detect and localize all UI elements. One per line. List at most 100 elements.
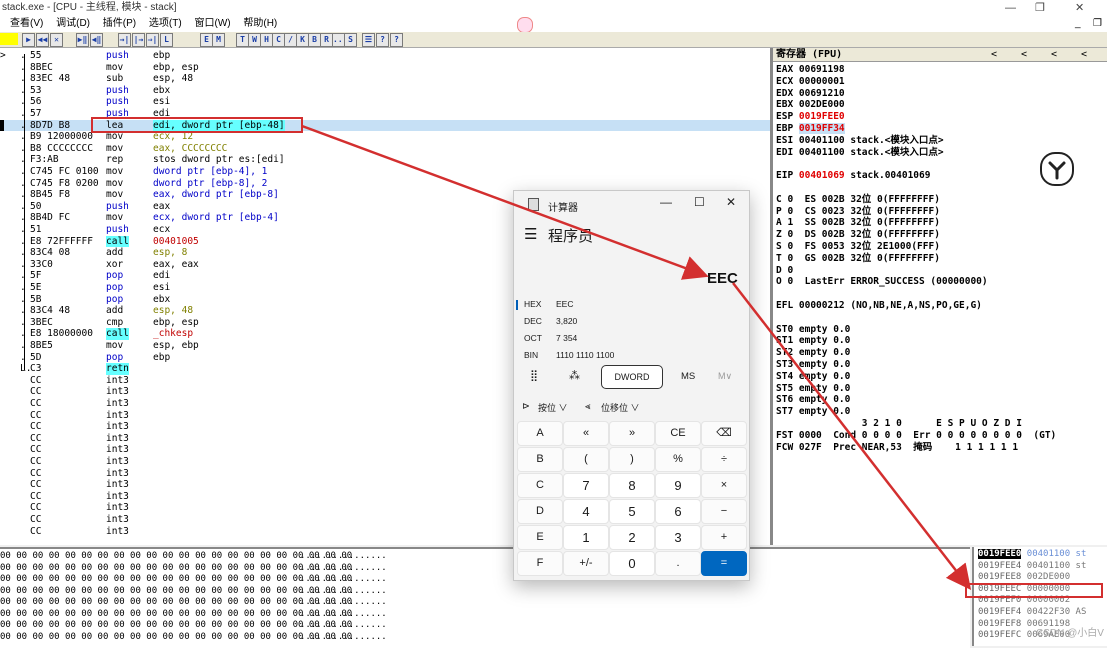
toolbar-button[interactable]: →| xyxy=(118,33,131,47)
register-line[interactable]: FCW 027F Prec NEAR,53 掩码 1 1 1 1 1 1 xyxy=(776,442,1018,454)
calc-maximize-button[interactable]: ☐ xyxy=(694,195,705,209)
register-nav-arrow[interactable]: < xyxy=(1051,48,1057,61)
dump-row[interactable]: 00 00 00 00 00 00 00 00 00 00 00 00 00 0… xyxy=(0,586,387,598)
calc-key[interactable]: B xyxy=(517,447,563,472)
toolbar-button[interactable]: ? xyxy=(390,33,403,47)
stack-row[interactable]: 0019FEF0 00000002 xyxy=(978,595,1070,607)
calc-key[interactable]: − xyxy=(701,499,747,524)
menu-options[interactable]: 选项(T) xyxy=(149,18,182,29)
disasm-row[interactable]: . C745 FC 0100 mov dword ptr [ebp-4], 1 xyxy=(0,166,770,178)
calc-key[interactable]: = xyxy=(701,551,747,576)
calc-key[interactable]: » xyxy=(609,421,655,446)
register-line[interactable]: T 0 GS 002B 32位 0(FFFFFFFF) xyxy=(776,253,940,265)
dump-row[interactable]: 00 00 00 00 00 00 00 00 00 00 00 00 00 0… xyxy=(0,597,387,609)
disasm-row[interactable]: . 53 push ebx xyxy=(0,85,770,97)
disasm-row[interactable]: . 83EC 48 sub esp, 48 xyxy=(0,73,770,85)
calc-key[interactable]: C xyxy=(517,473,563,498)
calc-key[interactable]: 4 xyxy=(563,499,609,524)
menu-help[interactable]: 帮助(H) xyxy=(243,18,277,29)
calc-key[interactable]: 3 xyxy=(655,525,701,550)
dump-row[interactable]: 00 00 00 00 00 00 00 00 00 00 00 00 00 0… xyxy=(0,563,387,575)
memory-dump-pane[interactable]: 00 00 00 00 00 00 00 00 00 00 00 00 00 0… xyxy=(0,547,970,648)
inner-restore-button[interactable]: ❐ xyxy=(1093,16,1102,32)
register-line[interactable]: ST4 empty 0.0 xyxy=(776,371,850,383)
register-line[interactable]: EAX 00691198 xyxy=(776,64,845,76)
notification-icon[interactable] xyxy=(517,17,533,33)
toolbar-button[interactable]: ◀◀ xyxy=(36,33,49,47)
menu-plugins[interactable]: 插件(P) xyxy=(103,18,136,29)
register-line[interactable]: ECX 00000001 xyxy=(776,76,845,88)
calc-key[interactable]: ( xyxy=(563,447,609,472)
dump-row[interactable]: 00 00 00 00 00 00 00 00 00 00 00 00 00 0… xyxy=(0,632,387,644)
calc-key[interactable]: 5 xyxy=(609,499,655,524)
minimize-button[interactable]: — xyxy=(1005,0,1016,16)
register-line[interactable]: ESI 00401100 stack.<模块入口点> xyxy=(776,135,944,147)
calc-minimize-button[interactable]: — xyxy=(660,195,672,209)
calc-key[interactable]: CE xyxy=(655,421,701,446)
stack-row[interactable]: 0019FEE4 00401100 st xyxy=(978,560,1086,573)
register-line[interactable]: ST7 empty 0.0 xyxy=(776,406,850,418)
menu-debug[interactable]: 调试(D) xyxy=(56,18,90,29)
menu-window[interactable]: 窗口(W) xyxy=(194,18,230,29)
radix-row-bin[interactable]: BIN 1110 1110 1100 xyxy=(514,347,749,364)
maximize-button[interactable]: ❐ xyxy=(1035,0,1045,16)
bitwise-dropdown[interactable]: 按位 ∨ xyxy=(538,401,568,414)
calc-key[interactable]: +/- xyxy=(563,551,609,576)
disasm-row[interactable]: . 57 push edi xyxy=(0,108,770,120)
register-line[interactable]: EDX 00691210 xyxy=(776,88,845,100)
calc-key[interactable]: 8 xyxy=(609,473,655,498)
register-line[interactable]: ST2 empty 0.0 xyxy=(776,347,850,359)
shift-dropdown[interactable]: 位移位 ∨ xyxy=(601,401,640,414)
calc-key[interactable]: D xyxy=(517,499,563,524)
radix-row-hex[interactable]: HEX EEC xyxy=(514,296,749,313)
register-line[interactable]: FST 0000 Cond 0 0 0 0 Err 0 0 0 0 0 0 0 … xyxy=(776,430,1056,442)
toolbar-button[interactable]: ▶‖ xyxy=(76,33,89,47)
calc-key[interactable]: ⌫ xyxy=(701,421,747,446)
register-line[interactable]: C 0 ES 002B 32位 0(FFFFFFFF) xyxy=(776,194,940,206)
toolbar-button[interactable]: M xyxy=(212,33,225,47)
calc-key[interactable]: « xyxy=(563,421,609,446)
calc-key[interactable]: % xyxy=(655,447,701,472)
disasm-row[interactable]: . B9 12000000 mov ecx, 12 xyxy=(0,131,770,143)
radix-row-dec[interactable]: DEC 3,820 xyxy=(514,313,749,330)
stack-row[interactable]: 0019FEE8 002DE000 xyxy=(978,572,1070,584)
keypad-grid-icon[interactable]: ⣿ xyxy=(530,369,538,382)
word-size-button[interactable]: DWORD xyxy=(601,365,663,389)
disasm-row[interactable]: . 8D7D B8 lea edi, dword ptr [ebp-48] xyxy=(0,119,770,132)
register-line[interactable]: ESP 0019FEE0 xyxy=(776,111,845,123)
disasm-row[interactable]: . 8BEC mov ebp, esp xyxy=(0,62,770,74)
register-nav-arrow[interactable]: < xyxy=(991,48,997,61)
stack-row[interactable]: 0019FEF4 00422F30 AS xyxy=(978,607,1086,619)
calc-key[interactable]: 7 xyxy=(563,473,609,498)
calc-close-button[interactable]: ✕ xyxy=(726,195,736,209)
hamburger-menu-icon[interactable]: ☰ xyxy=(524,225,537,243)
register-line[interactable]: EIP 00401069 stack.00401069 xyxy=(776,170,930,182)
toolbar-button[interactable]: ☰ xyxy=(362,33,375,47)
register-line[interactable]: EBX 002DE000 xyxy=(776,99,845,111)
memory-view-button[interactable]: M∨ xyxy=(718,371,732,382)
disasm-row[interactable]: . 56 push esi xyxy=(0,96,770,108)
stack-row[interactable]: 0019FEE0 00401100 st xyxy=(978,549,1086,561)
disasm-row[interactable]: . B8 CCCCCCCC mov eax, CCCCCCCC xyxy=(0,143,770,155)
register-line[interactable]: ST1 empty 0.0 xyxy=(776,335,850,347)
toolbar-button[interactable]: L xyxy=(160,33,173,47)
bit-toggle-icon[interactable]: ⁂ xyxy=(569,369,580,382)
register-nav-arrow[interactable]: < xyxy=(1081,48,1087,61)
close-button[interactable]: ✕ xyxy=(1075,0,1084,16)
toolbar-button[interactable]: |→ xyxy=(132,33,145,47)
radix-row-oct[interactable]: OCT 7 354 xyxy=(514,330,749,347)
register-line[interactable]: ST6 empty 0.0 xyxy=(776,394,850,406)
calc-key[interactable]: × xyxy=(701,473,747,498)
disasm-row[interactable]: . F3:AB rep stos dword ptr es:[edi] xyxy=(0,154,770,166)
toolbar-button[interactable]: ? xyxy=(376,33,389,47)
register-line[interactable]: A 1 SS 002B 32位 0(FFFFFFFF) xyxy=(776,217,940,229)
registers-pane[interactable]: 寄存器 (FPU) < < < < EAX 00691198 ECX 000000… xyxy=(772,48,1107,545)
register-line[interactable]: O 0 LastErr ERROR_SUCCESS (00000000) xyxy=(776,276,988,288)
register-nav-arrow[interactable]: < xyxy=(1021,48,1027,61)
calc-key[interactable]: A xyxy=(517,421,563,446)
register-line[interactable]: Z 0 DS 002B 32位 0(FFFFFFFF) xyxy=(776,229,940,241)
register-line[interactable]: S 0 FS 0053 32位 2E1000(FFF) xyxy=(776,241,940,253)
memory-store-button[interactable]: MS xyxy=(681,371,695,382)
dump-row[interactable]: 00 00 00 00 00 00 00 00 00 00 00 00 00 0… xyxy=(0,574,387,586)
inner-minimize-button[interactable]: _ xyxy=(1075,16,1081,32)
